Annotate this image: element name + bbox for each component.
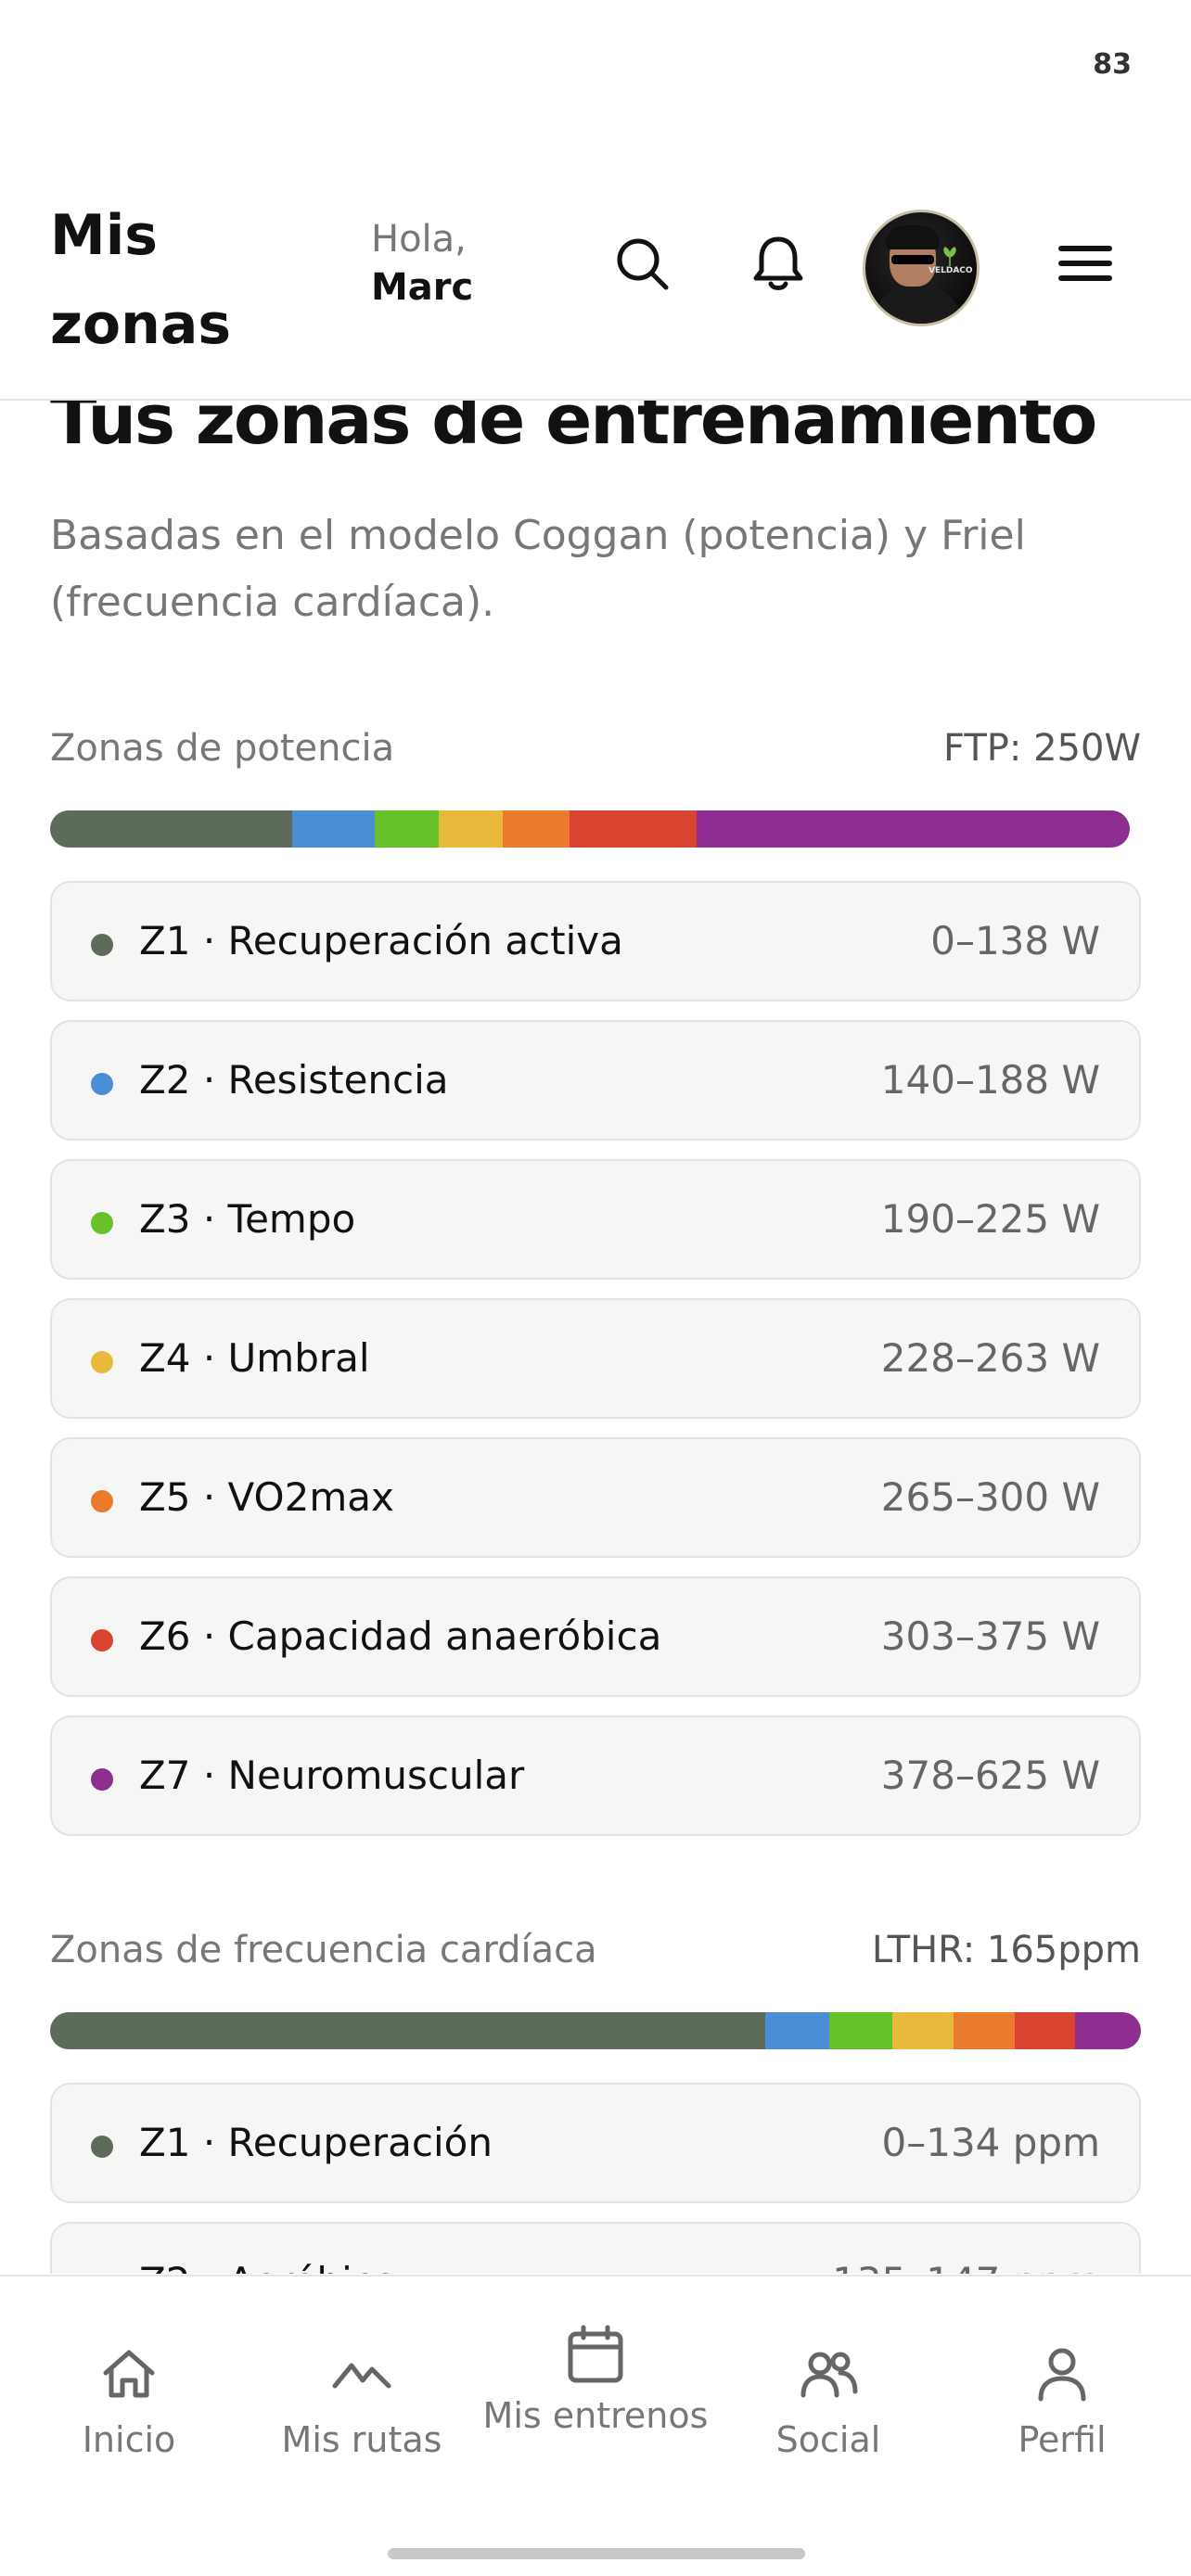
zone-name: Z7 · Neuromuscular (139, 1753, 525, 1798)
zone-bar-segment (502, 810, 570, 848)
power-zones-bar (50, 810, 1130, 848)
zone-range: 228–263 W (880, 1335, 1100, 1381)
zone-name: Z1 · Recuperación activa (139, 918, 623, 963)
zone-color-dot (91, 1490, 113, 1512)
leaf-logo-icon (943, 247, 956, 266)
home-indicator (388, 2548, 805, 2559)
zone-color-dot (91, 1629, 113, 1651)
zone-bar-segment (765, 2012, 829, 2049)
tab-label: Mis rutas (281, 2419, 442, 2460)
tab-label: Inicio (82, 2419, 176, 2460)
mountain-icon (332, 2363, 391, 2389)
zone-range: 0–138 W (930, 918, 1100, 963)
heart-zones-header: Zonas de frecuencia cardíaca LTHR: 165pp… (50, 1929, 1141, 1981)
search-button[interactable] (608, 230, 675, 297)
zone-bar-segment (569, 810, 698, 848)
zone-range: 135–147 ppm (832, 2259, 1100, 2274)
lthr-value: LTHR: 165ppm (871, 1929, 1141, 1971)
zone-range: 190–225 W (880, 1196, 1100, 1242)
zone-card[interactable]: Z5 · VO2max 265–300 W (50, 1437, 1141, 1558)
menu-button[interactable] (1052, 230, 1119, 297)
zone-card[interactable]: Z6 · Capacidad anaeróbica 303–375 W (50, 1576, 1141, 1697)
section-subtitle: Basadas en el modelo Coggan (potencia) y… (50, 512, 1026, 626)
zone-bar-segment (50, 2012, 766, 2049)
zone-card[interactable]: Z4 · Umbral 228–263 W (50, 1298, 1141, 1419)
bell-icon (753, 236, 803, 290)
avatar[interactable]: VELDACO (863, 210, 980, 326)
home-icon (103, 2350, 155, 2398)
zone-bar-segment (891, 2012, 954, 2049)
avatar-body (873, 287, 962, 324)
zone-name: Z2 · Resistencia (139, 1057, 449, 1103)
zone-name: Z6 · Capacidad anaeróbica (139, 1613, 662, 1659)
zone-name: Z1 · Recuperación (139, 2120, 493, 2165)
tab-mis-entrenos[interactable]: Mis entrenos (480, 2276, 711, 2518)
zone-card[interactable]: Z2 · Resistencia 140–188 W (50, 1020, 1141, 1141)
zone-name: Z2 · Aeróbico (139, 2259, 398, 2274)
zone-bar-segment (439, 810, 503, 848)
tab-label: Mis entrenos (482, 2395, 709, 2436)
zone-card[interactable]: Z2 · Aeróbico 135–147 ppm (50, 2222, 1141, 2274)
zone-name: Z4 · Umbral (139, 1335, 370, 1381)
app-header: Mis zonas Hola, Marc VELDACO (0, 130, 1191, 401)
battery-level: 83 (1093, 48, 1132, 81)
zone-name: Z3 · Tempo (139, 1196, 356, 1242)
notifications-button[interactable] (745, 230, 812, 297)
zone-bar-segment (50, 810, 292, 848)
tab-perfil[interactable]: Perfil (946, 2276, 1178, 2518)
zone-color-dot (91, 934, 113, 956)
zone-bar-segment (1014, 2012, 1076, 2049)
zone-bar-segment (828, 2012, 892, 2049)
heart-zones-label: Zonas de frecuencia cardíaca (50, 1929, 597, 1971)
tab-mis-rutas[interactable]: Mis rutas (246, 2276, 478, 2518)
avatar-brand: VELDACO (928, 266, 973, 275)
avatar-glasses (891, 255, 934, 264)
zone-card[interactable]: Z7 · Neuromuscular 378–625 W (50, 1715, 1141, 1836)
zone-bar-segment (697, 810, 1130, 848)
tab-label: Perfil (1018, 2419, 1107, 2460)
zone-color-dot (91, 1212, 113, 1234)
calendar-icon (568, 2325, 623, 2383)
power-zones-label: Zonas de potencia (50, 727, 395, 770)
zone-bar-segment (375, 810, 440, 848)
avatar-hair (886, 225, 940, 249)
zone-range: 140–188 W (880, 1057, 1100, 1103)
zone-range: 0–134 ppm (881, 2120, 1100, 2165)
zone-card[interactable]: Z1 · Recuperación activa 0–138 W (50, 881, 1141, 1001)
zone-bar-segment (1075, 2012, 1141, 2049)
person-icon (1038, 2348, 1086, 2402)
zone-card[interactable]: Z1 · Recuperación 0–134 ppm (50, 2083, 1141, 2203)
zone-range: 378–625 W (880, 1753, 1100, 1798)
people-icon (800, 2352, 858, 2398)
zone-bar-segment (953, 2012, 1015, 2049)
zone-color-dot (91, 2136, 113, 2158)
power-zones-header: Zonas de potencia FTP: 250W (50, 727, 1141, 779)
zone-color-dot (91, 1351, 113, 1373)
tab-label: Social (775, 2419, 881, 2460)
ftp-value: FTP: 250W (943, 727, 1141, 770)
greeting-text: Hola, (371, 218, 467, 261)
status-bar: 83 (0, 0, 1191, 130)
heart-zones-bar (50, 2012, 1141, 2049)
zone-name: Z5 · VO2max (139, 1474, 394, 1520)
greeting: Hola, Marc (371, 215, 473, 312)
zone-card[interactable]: Z3 · Tempo 190–225 W (50, 1159, 1141, 1280)
page-title: Mis zonas (50, 203, 232, 357)
user-name: Marc (371, 266, 474, 309)
tab-inicio[interactable]: Inicio (13, 2276, 245, 2518)
hamburger-menu-icon (1058, 246, 1112, 281)
bottom-tab-bar: Inicio Mis rutas Mis entrenos Social Per… (0, 2275, 1191, 2576)
zone-bar-segment (291, 810, 376, 848)
zone-range: 303–375 W (880, 1613, 1100, 1659)
zone-color-dot (91, 1073, 113, 1095)
zone-range: 265–300 W (880, 1474, 1100, 1520)
zone-color-dot (91, 1768, 113, 1791)
zones-content[interactable]: Tus zonas de entrenamiento Basadas en el… (0, 401, 1191, 2274)
section-heading: Tus zonas de entrenamiento (50, 401, 1097, 460)
search-icon (617, 238, 669, 290)
tab-social[interactable]: Social (712, 2276, 944, 2518)
